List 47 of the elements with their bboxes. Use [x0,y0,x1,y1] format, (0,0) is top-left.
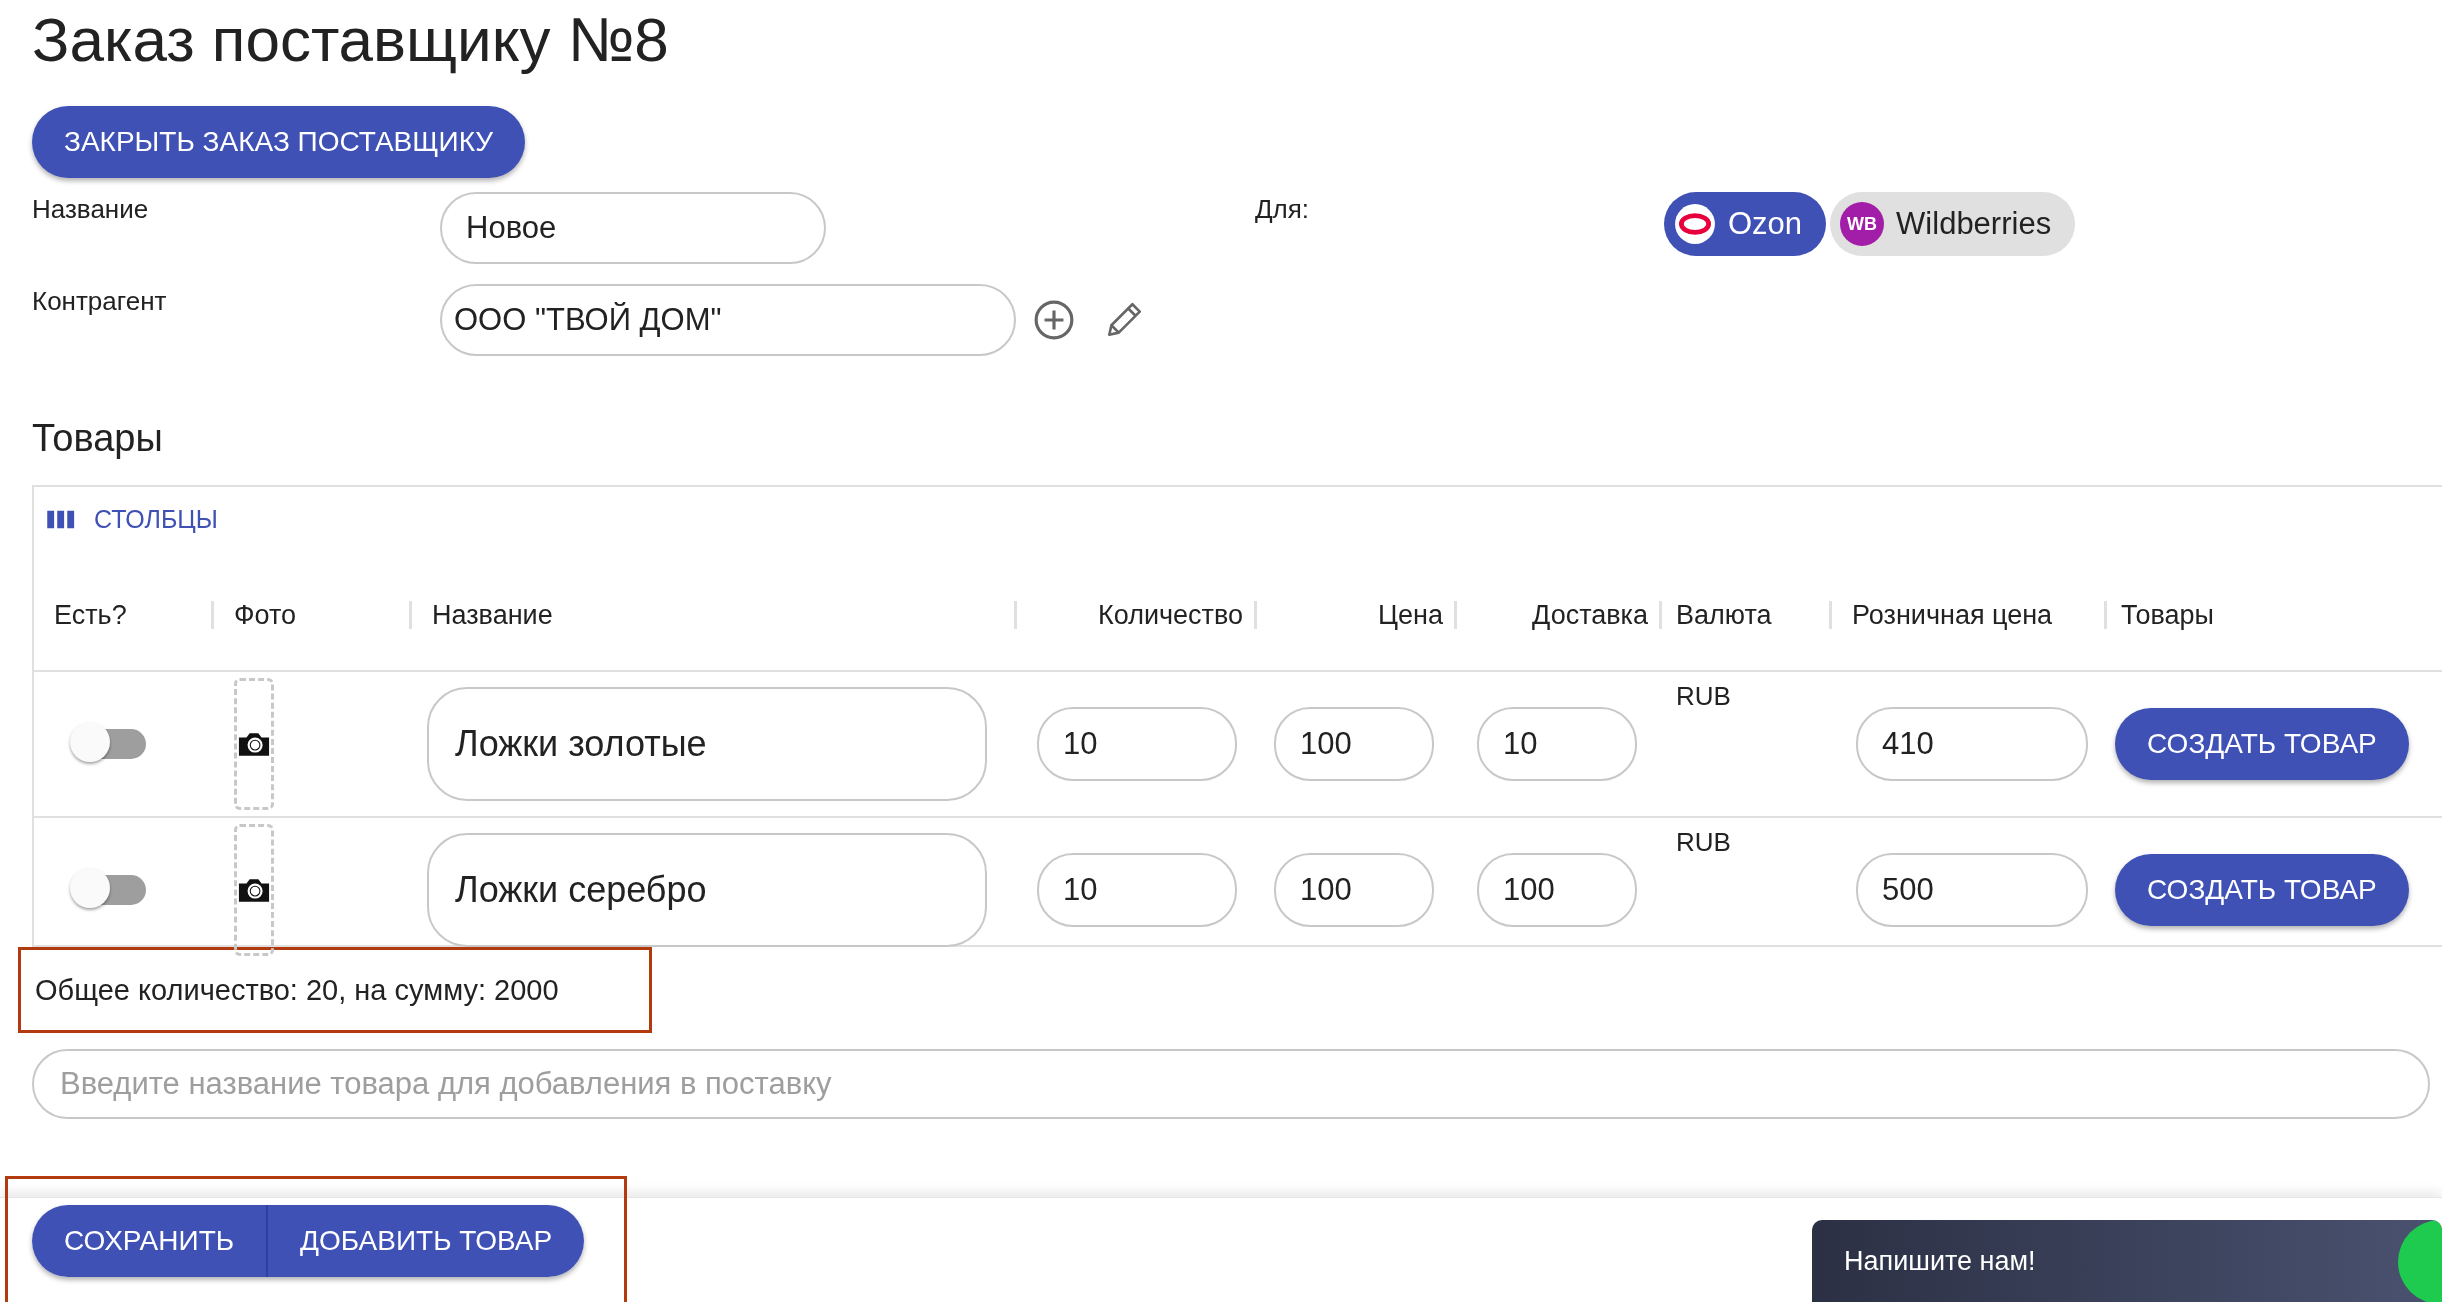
close-order-button[interactable]: ЗАКРЫТЬ ЗАКАЗ ПОСТАВЩИКУ [32,106,526,178]
columns-button[interactable]: СТОЛБЦЫ [42,501,222,538]
marketplace-chip[interactable]: WB Wildberries [1830,192,2076,256]
column-header[interactable]: Есть? [54,599,127,631]
name-field[interactable]: Ложки золотые [427,687,987,801]
field-label: Контрагент [32,285,168,317]
currency-text: RUB [1676,681,1731,712]
section-title: Товары [32,416,164,460]
camera-icon [236,876,272,904]
delivery-field[interactable]: 10 [1477,707,1637,781]
column-header[interactable]: Количество [1098,599,1243,631]
add-icon[interactable] [1033,299,1075,341]
name-field[interactable]: Ложки серебро [427,833,987,947]
marketplace-chip[interactable]: Ozon [1664,192,1827,256]
page-title: Заказ поставщику №8 [31,4,670,76]
column-header[interactable]: Валюта [1676,599,1772,631]
text-field[interactable]: Новое [440,192,826,264]
camera-icon [236,730,272,758]
currency-text: RUB [1676,827,1731,858]
search-field[interactable]: Введите название товара для добавления в поставку [32,1049,2430,1119]
quantity-field[interactable]: 10 [1037,853,1237,927]
chat-widget[interactable]: Напишите нам! [1812,1220,2442,1302]
chat-label: Напишите нам! [1844,1245,2036,1277]
column-header[interactable]: Фото [234,599,297,631]
photo-upload[interactable] [234,678,274,810]
column-header[interactable]: Доставка [1532,599,1648,631]
price-field[interactable]: 100 [1274,707,1434,781]
field-label: Название [32,193,150,225]
column-header[interactable]: Название [432,599,553,631]
text-field[interactable]: ООО "ТВОЙ ДОМ" [440,284,1016,356]
retail-price-field[interactable]: 410 [1856,707,2088,781]
total-summary: Общее количество: 20, на сумму: 2000 [35,973,559,1007]
column-header[interactable]: Товары [2121,599,2214,631]
price-field[interactable]: 100 [1274,853,1434,927]
column-header[interactable]: Розничная цена [1852,599,2053,631]
delivery-field[interactable]: 100 [1477,853,1637,927]
create-product-button[interactable]: СОЗДАТЬ ТОВАР [2115,854,2409,926]
quantity-field[interactable]: 10 [1037,707,1237,781]
create-product-button[interactable]: СОЗДАТЬ ТОВАР [2115,708,2409,780]
for-label: Для: [1255,193,1311,226]
column-header[interactable]: Цена [1378,599,1443,631]
retail-price-field[interactable]: 500 [1856,853,2088,927]
photo-upload[interactable] [234,824,274,956]
wb-logo-icon: WB [1840,202,1885,246]
footer-button[interactable]: СОХРАНИТЬ [32,1204,267,1277]
ozon-logo-icon [1674,203,1716,245]
footer-button[interactable]: ДОБАВИТЬ ТОВАР [266,1204,585,1277]
